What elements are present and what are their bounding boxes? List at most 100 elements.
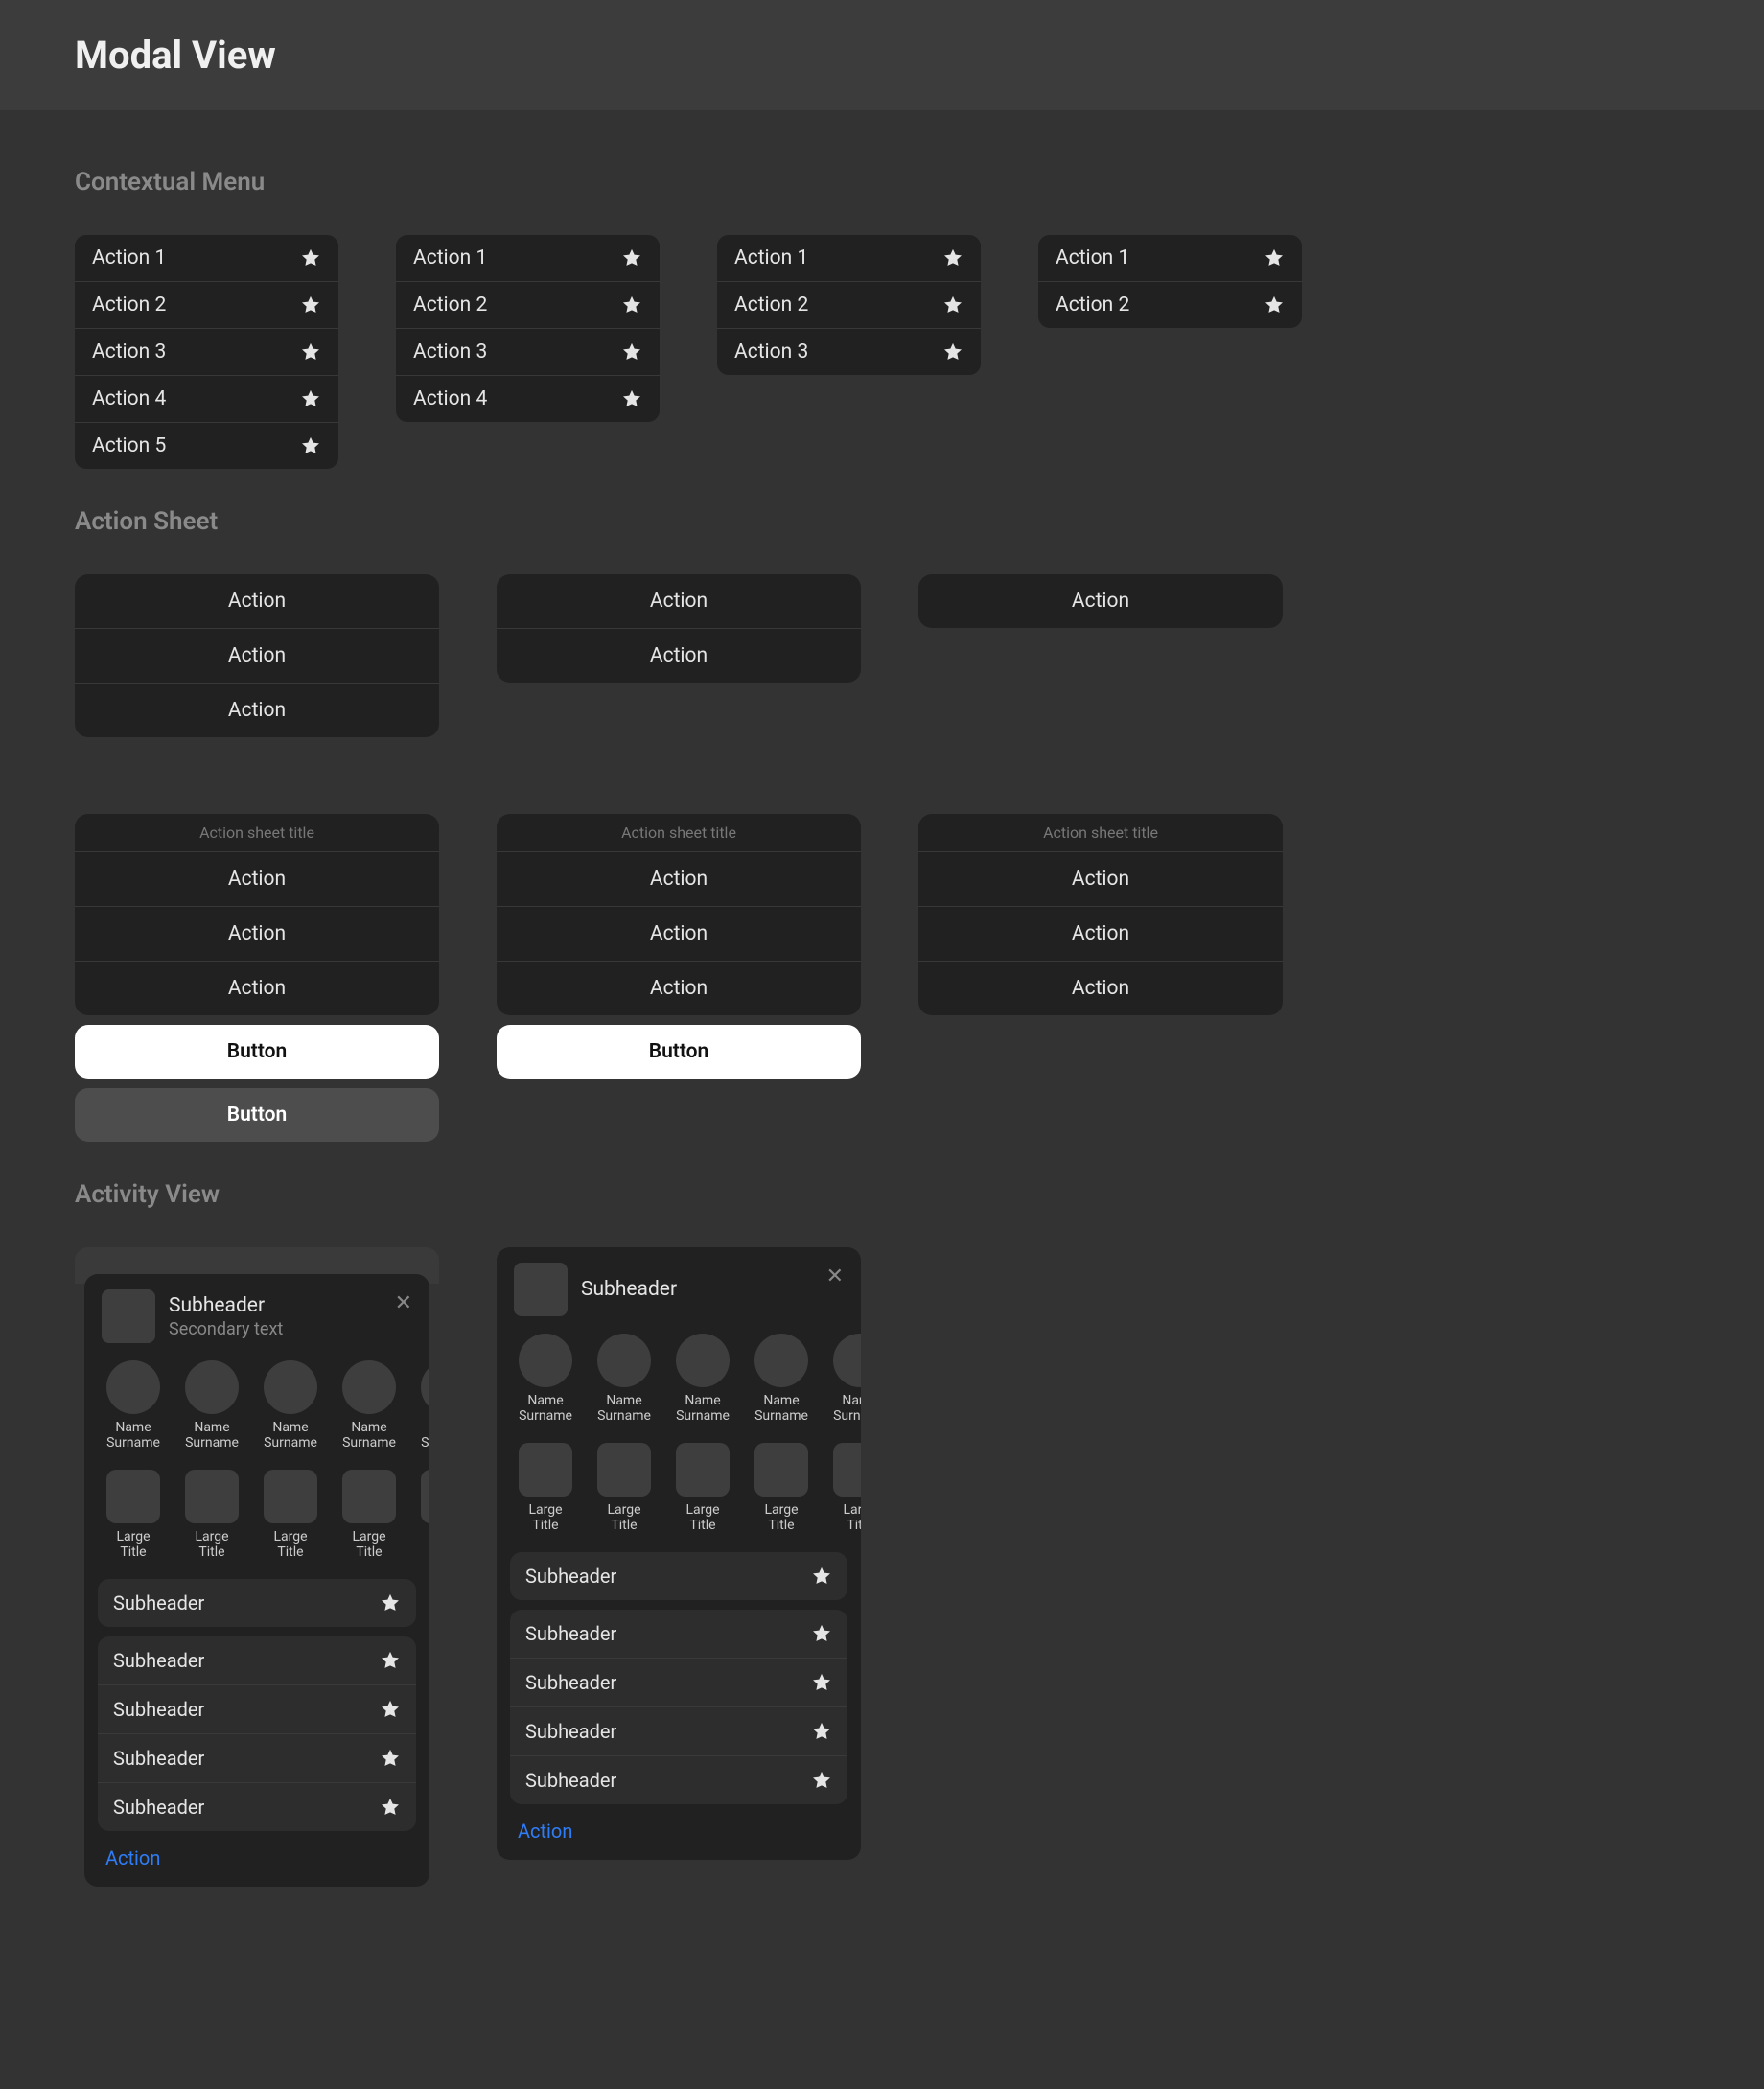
footer-action-link[interactable]: Action bbox=[497, 1804, 861, 1846]
contextual-menu-item[interactable]: Action 1 bbox=[396, 235, 660, 282]
action-sheet-item[interactable]: Action bbox=[918, 907, 1283, 962]
app-item[interactable]: LargeTitle bbox=[514, 1443, 577, 1533]
person-name: NameSurname bbox=[342, 1420, 396, 1451]
menu-item-label: Action 3 bbox=[92, 340, 166, 363]
action-sheet-column: Action sheet titleActionActionAction bbox=[918, 814, 1283, 1015]
action-sheet-item[interactable]: Action bbox=[75, 907, 439, 962]
action-row[interactable]: Subheader bbox=[98, 1783, 416, 1831]
app-item[interactable]: LargeTitle bbox=[671, 1443, 734, 1533]
person-name: NameSurname bbox=[597, 1393, 651, 1424]
activity-inner-sheet: SubheaderSecondary text✕ NameSurname NameS… bbox=[84, 1274, 429, 1887]
contextual-menu-item[interactable]: Action 4 bbox=[75, 376, 338, 423]
contextual-menu-item[interactable]: Action 2 bbox=[396, 282, 660, 329]
action-row[interactable]: Subheader bbox=[98, 1636, 416, 1685]
action-sheet-item[interactable]: Action bbox=[497, 574, 861, 629]
person-item[interactable]: NameSurname bbox=[671, 1334, 734, 1424]
action-row[interactable]: Subheader bbox=[510, 1756, 847, 1804]
action-sheet-item[interactable]: Action bbox=[497, 907, 861, 962]
action-row[interactable]: Subheader bbox=[98, 1734, 416, 1783]
contextual-menu-item[interactable]: Action 3 bbox=[75, 329, 338, 376]
person-name: NameSurname bbox=[754, 1393, 808, 1424]
header-thumbnail bbox=[102, 1289, 155, 1343]
person-item[interactable]: NameSurname bbox=[750, 1334, 813, 1424]
page-header: Modal View bbox=[0, 0, 1764, 110]
action-sheet-item[interactable]: Action bbox=[497, 852, 861, 907]
action-row[interactable]: Subheader bbox=[510, 1552, 847, 1600]
contextual-menu-item[interactable]: Action 1 bbox=[717, 235, 981, 282]
activity-view-card: SubheaderSecondary text✕ NameSurname NameS… bbox=[75, 1247, 439, 1900]
person-item[interactable]: NameSurname bbox=[828, 1334, 861, 1424]
action-row[interactable]: Subheader bbox=[98, 1685, 416, 1734]
section-activity-view: Activity View bbox=[75, 1180, 1689, 1209]
action-sheet-column: Action sheet titleActionActionActionButt… bbox=[497, 814, 861, 1079]
primary-button[interactable]: Button bbox=[75, 1025, 439, 1079]
menu-item-label: Action 3 bbox=[413, 340, 487, 363]
app-item[interactable]: LargeTitle bbox=[592, 1443, 656, 1533]
primary-button[interactable]: Button bbox=[497, 1025, 861, 1079]
contextual-menu-item[interactable]: Action 3 bbox=[396, 329, 660, 376]
person-name: NameSurname bbox=[264, 1420, 317, 1451]
star-icon bbox=[621, 247, 642, 268]
action-sheet-item[interactable]: Action bbox=[75, 962, 439, 1015]
app-icon bbox=[264, 1470, 317, 1523]
menu-item-label: Action 1 bbox=[413, 246, 487, 269]
menu-item-label: Action 1 bbox=[92, 246, 166, 269]
contextual-menu-item[interactable]: Action 2 bbox=[717, 282, 981, 329]
action-sheet-item[interactable]: Action bbox=[75, 629, 439, 684]
app-item[interactable]: LargeTitle bbox=[416, 1470, 429, 1560]
person-item[interactable]: NameSurname bbox=[337, 1360, 401, 1451]
secondary-button[interactable]: Button bbox=[75, 1088, 439, 1142]
close-icon[interactable]: ✕ bbox=[826, 1265, 844, 1288]
action-sheet-item[interactable]: Action bbox=[75, 574, 439, 629]
star-icon bbox=[380, 1797, 401, 1818]
action-sheet-item[interactable]: Action bbox=[497, 962, 861, 1015]
header-thumbnail bbox=[514, 1263, 568, 1316]
action-sheet-item[interactable]: Action bbox=[75, 684, 439, 737]
person-item[interactable]: NameSurname bbox=[102, 1360, 165, 1451]
contextual-menu: Action 1 Action 2 Action 3 Action 4 bbox=[396, 235, 660, 422]
action-row[interactable]: Subheader bbox=[510, 1707, 847, 1756]
menu-item-label: Action 1 bbox=[734, 246, 808, 269]
action-sheet-item[interactable]: Action bbox=[918, 962, 1283, 1015]
contextual-menu-item[interactable]: Action 1 bbox=[1038, 235, 1302, 282]
person-item[interactable]: NameSurname bbox=[592, 1334, 656, 1424]
header-text: SubheaderSecondary text bbox=[169, 1294, 412, 1339]
contextual-menu-item[interactable]: Action 2 bbox=[1038, 282, 1302, 328]
person-item[interactable]: NameSurname bbox=[514, 1334, 577, 1424]
app-item[interactable]: LargeTitle bbox=[102, 1470, 165, 1560]
app-item[interactable]: LargeTitle bbox=[750, 1443, 813, 1533]
activity-header: SubheaderSecondary text✕ bbox=[84, 1274, 429, 1351]
avatar bbox=[754, 1334, 808, 1387]
contextual-menu-item[interactable]: Action 1 bbox=[75, 235, 338, 282]
contextual-menu-item[interactable]: Action 5 bbox=[75, 423, 338, 469]
person-item[interactable]: NameSurname bbox=[180, 1360, 244, 1451]
action-sheet-item[interactable]: Action bbox=[918, 852, 1283, 907]
person-name: NameSurname bbox=[106, 1420, 160, 1451]
app-item[interactable]: LargeTitle bbox=[828, 1443, 861, 1533]
action-sheet-item[interactable]: Action bbox=[75, 852, 439, 907]
action-row[interactable]: Subheader bbox=[510, 1610, 847, 1659]
action-sheet: ActionAction bbox=[497, 574, 861, 683]
footer-action-link[interactable]: Action bbox=[84, 1831, 429, 1873]
action-row[interactable]: Subheader bbox=[98, 1579, 416, 1627]
app-item[interactable]: LargeTitle bbox=[337, 1470, 401, 1560]
person-name: NameSurname bbox=[519, 1393, 572, 1424]
app-item[interactable]: LargeTitle bbox=[180, 1470, 244, 1560]
close-icon[interactable]: ✕ bbox=[395, 1291, 412, 1315]
contextual-menu: Action 1 Action 2 Action 3 Action 4Action 5 bbox=[75, 235, 338, 469]
contextual-menu-item[interactable]: Action 3 bbox=[717, 329, 981, 375]
person-item[interactable]: NameSurname bbox=[259, 1360, 322, 1451]
action-row-label: Subheader bbox=[525, 1565, 616, 1588]
action-sheet-column: Action bbox=[918, 574, 1283, 628]
action-row[interactable]: Subheader bbox=[510, 1659, 847, 1707]
person-item[interactable]: NameSurname bbox=[416, 1360, 429, 1451]
contextual-menu-item[interactable]: Action 2 bbox=[75, 282, 338, 329]
star-icon bbox=[380, 1699, 401, 1720]
star-icon bbox=[942, 247, 963, 268]
app-item[interactable]: LargeTitle bbox=[259, 1470, 322, 1560]
contextual-menu-item[interactable]: Action 4 bbox=[396, 376, 660, 422]
menu-item-label: Action 3 bbox=[734, 340, 808, 363]
star-icon bbox=[300, 388, 321, 409]
action-sheet-item[interactable]: Action bbox=[497, 629, 861, 683]
action-sheet-item[interactable]: Action bbox=[918, 574, 1283, 628]
